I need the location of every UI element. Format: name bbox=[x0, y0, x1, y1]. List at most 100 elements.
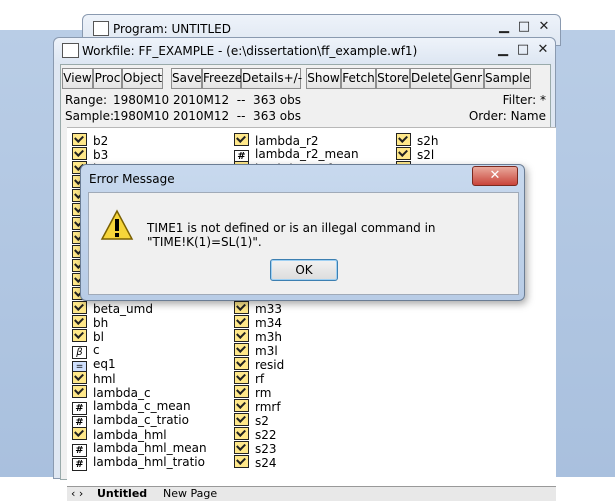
list-item[interactable]: s2l bbox=[396, 147, 435, 162]
list-item[interactable]: s23 bbox=[234, 441, 277, 456]
list-item[interactable]: # lambda_c_tratio bbox=[72, 413, 189, 429]
tab-untitled[interactable]: Untitled bbox=[97, 487, 147, 500]
list-item-label: lambda_c_tratio bbox=[93, 413, 189, 427]
list-item[interactable]: m33 bbox=[234, 301, 282, 316]
list-item[interactable]: = eq1 bbox=[72, 357, 116, 374]
series-icon bbox=[234, 133, 249, 146]
list-item-label: s23 bbox=[255, 442, 277, 456]
sample-value[interactable]: 1980M10 2010M12 -- 363 obs bbox=[113, 109, 301, 123]
list-item[interactable]: rm bbox=[234, 385, 272, 400]
close-icon[interactable]: ✕ bbox=[534, 42, 552, 58]
tab-scroll-icon[interactable]: ‹ › bbox=[71, 487, 83, 500]
genr-button[interactable]: Genr bbox=[451, 68, 484, 89]
dialog-title: Error Message bbox=[89, 172, 175, 186]
list-item[interactable]: resid bbox=[234, 357, 285, 372]
list-item[interactable]: s24 bbox=[234, 455, 277, 470]
proc-button[interactable]: Proc bbox=[93, 68, 122, 89]
list-item[interactable]: # lambda_c_mean bbox=[72, 399, 191, 415]
ok-button[interactable]: OK bbox=[270, 259, 338, 281]
list-item[interactable]: m34 bbox=[234, 315, 282, 330]
series-icon bbox=[234, 441, 249, 454]
list-item[interactable]: # lambda_hml_tratio bbox=[72, 455, 205, 471]
list-item-label: eq1 bbox=[93, 357, 116, 371]
list-item[interactable]: βc bbox=[72, 343, 100, 359]
list-item-label: rf bbox=[255, 372, 265, 386]
workfile-window-title: Workfile: FF_EXAMPLE - (e:\dissertation\… bbox=[82, 44, 418, 58]
range-value[interactable]: 1980M10 2010M12 -- 363 obs bbox=[113, 93, 301, 107]
series-icon bbox=[234, 399, 249, 412]
list-item[interactable]: beta_umd bbox=[72, 301, 153, 316]
list-item-label: s24 bbox=[255, 456, 277, 470]
list-item[interactable]: bl bbox=[72, 329, 104, 344]
series-icon bbox=[72, 385, 87, 398]
list-item-label: resid bbox=[255, 358, 285, 372]
series-icon bbox=[234, 427, 249, 440]
fetch-button[interactable]: Fetch bbox=[341, 68, 376, 89]
delete-button[interactable]: Delete bbox=[410, 68, 451, 89]
close-icon[interactable]: ✕ bbox=[535, 19, 553, 35]
object-button[interactable]: Object bbox=[122, 68, 163, 89]
list-item-label: rmrf bbox=[255, 400, 281, 414]
list-item[interactable]: s2h bbox=[396, 133, 439, 148]
list-item-label: beta_umd bbox=[93, 302, 153, 316]
list-item-label: s2h bbox=[417, 134, 439, 148]
series-icon bbox=[234, 455, 249, 468]
list-item-label: bl bbox=[93, 330, 104, 344]
series-icon bbox=[72, 301, 87, 314]
show-button[interactable]: Show bbox=[306, 68, 341, 89]
list-item[interactable]: lambda_r2 bbox=[234, 133, 319, 148]
list-item-label: lambda_hml_mean bbox=[93, 441, 207, 455]
series-icon bbox=[396, 147, 411, 160]
list-item[interactable]: # lambda_r2_mean bbox=[234, 147, 359, 163]
series-icon bbox=[72, 329, 87, 342]
list-item-label: rm bbox=[255, 386, 272, 400]
close-icon[interactable]: ✕ bbox=[472, 166, 518, 186]
list-item[interactable]: m3l bbox=[234, 343, 278, 358]
error-dialog: Error Message ✕ TIME1 is not defined or … bbox=[80, 164, 525, 301]
list-item[interactable]: b2 bbox=[72, 133, 108, 148]
dialog-body: TIME1 is not defined or is an illegal co… bbox=[88, 192, 519, 295]
list-item-label: b3 bbox=[93, 148, 109, 162]
list-item[interactable]: m3h bbox=[234, 329, 282, 344]
list-item-label: lambda_r2_mean bbox=[255, 147, 359, 161]
series-icon bbox=[234, 413, 249, 426]
list-item-label: m34 bbox=[255, 316, 282, 330]
series-icon bbox=[234, 329, 249, 342]
list-item-label: m3l bbox=[255, 344, 278, 358]
store-button[interactable]: Store bbox=[376, 68, 410, 89]
list-item-label: lambda_hml_tratio bbox=[93, 455, 205, 469]
list-item[interactable]: s2 bbox=[234, 413, 269, 428]
list-item-label: s2l bbox=[417, 148, 435, 162]
workfile-titlebar[interactable]: Workfile: FF_EXAMPLE - (e:\dissertation\… bbox=[54, 38, 555, 64]
list-item-label: s22 bbox=[255, 428, 277, 442]
list-item[interactable]: lambda_hml bbox=[72, 427, 167, 442]
list-item[interactable]: rf bbox=[234, 371, 265, 386]
minimize-icon[interactable]: ▁ bbox=[495, 19, 513, 35]
program-icon bbox=[93, 21, 109, 36]
list-item[interactable]: s22 bbox=[234, 427, 277, 442]
sample-button[interactable]: Sample bbox=[484, 68, 531, 89]
list-item[interactable]: bh bbox=[72, 315, 108, 330]
list-item-label: c bbox=[93, 343, 100, 357]
list-item[interactable]: lambda_c bbox=[72, 385, 151, 400]
freeze-button[interactable]: Freeze bbox=[202, 68, 242, 89]
list-item-label: lambda_c_mean bbox=[93, 399, 191, 413]
tab-new-page[interactable]: New Page bbox=[163, 487, 217, 500]
maximize-icon[interactable]: □ bbox=[514, 42, 532, 58]
list-item[interactable]: # lambda_hml_mean bbox=[72, 441, 207, 457]
series-icon bbox=[72, 371, 87, 384]
filter-label[interactable]: Filter: * bbox=[503, 93, 546, 107]
series-icon bbox=[234, 315, 249, 328]
maximize-icon[interactable]: □ bbox=[515, 19, 533, 35]
series-icon bbox=[396, 133, 411, 146]
minimize-icon[interactable]: ▁ bbox=[494, 42, 512, 58]
list-item[interactable]: hml bbox=[72, 371, 116, 386]
save-button[interactable]: Save bbox=[171, 68, 202, 89]
details-button[interactable]: Details+/- bbox=[241, 68, 302, 89]
list-item-label: hml bbox=[93, 372, 116, 386]
view-button[interactable]: View bbox=[62, 68, 93, 89]
list-item-label: m33 bbox=[255, 302, 282, 316]
list-item[interactable]: b3 bbox=[72, 147, 109, 162]
order-label[interactable]: Order: Name bbox=[469, 109, 546, 123]
list-item[interactable]: rmrf bbox=[234, 399, 281, 414]
